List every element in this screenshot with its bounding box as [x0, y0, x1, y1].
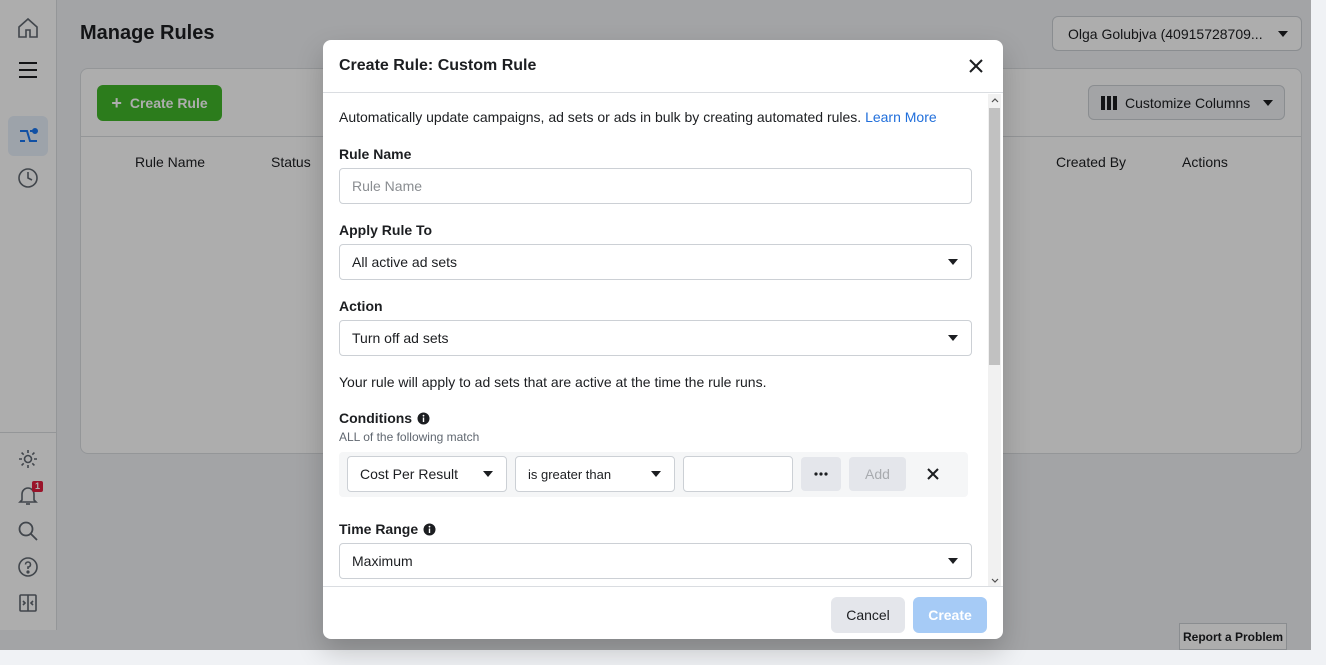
conditions-subtext: ALL of the following match	[339, 430, 480, 444]
time-range-header: Time Range	[339, 521, 436, 537]
caret-down-icon	[948, 259, 958, 265]
condition-operator-select[interactable]: is greater than	[515, 456, 675, 492]
action-label: Action	[339, 298, 383, 314]
dialog-header: Create Rule: Custom Rule	[323, 40, 1003, 93]
add-condition-button[interactable]: Add	[849, 457, 906, 491]
conditions-header: Conditions	[339, 410, 430, 426]
caret-down-icon	[651, 471, 661, 477]
scrollbar-thumb[interactable]	[989, 108, 1000, 365]
scroll-down-icon[interactable]	[988, 574, 1001, 586]
apply-rule-to-value: All active ad sets	[352, 254, 458, 270]
condition-metric-select[interactable]: Cost Per Result	[347, 456, 507, 492]
action-note: Your rule will apply to ad sets that are…	[339, 374, 767, 390]
intro-text: Automatically update campaigns, ad sets …	[339, 109, 937, 125]
more-options-button[interactable]	[801, 457, 841, 491]
action-select[interactable]: Turn off ad sets	[339, 320, 972, 356]
time-range-label: Time Range	[339, 521, 419, 537]
caret-down-icon	[483, 471, 493, 477]
caret-down-icon	[948, 335, 958, 341]
create-rule-dialog: Create Rule: Custom Rule Automatically u…	[323, 40, 1003, 639]
rule-name-label: Rule Name	[339, 146, 412, 162]
scroll-up-icon[interactable]	[988, 94, 1001, 106]
ellipsis-icon	[814, 472, 828, 476]
dialog-scrollbar[interactable]	[988, 94, 1001, 586]
condition-value-input[interactable]	[683, 456, 793, 492]
conditions-label: Conditions	[339, 410, 413, 426]
close-icon[interactable]	[965, 55, 987, 77]
time-range-value: Maximum	[352, 553, 413, 569]
info-icon[interactable]	[417, 412, 430, 425]
dialog-title: Create Rule: Custom Rule	[339, 57, 537, 74]
dialog-body: Automatically update campaigns, ad sets …	[323, 94, 988, 586]
dialog-footer: Cancel Create	[323, 586, 1003, 639]
cancel-button[interactable]: Cancel	[831, 597, 905, 633]
apply-rule-to-label: Apply Rule To	[339, 222, 433, 238]
time-range-select[interactable]: Maximum	[339, 543, 972, 579]
remove-condition-icon[interactable]	[923, 464, 943, 484]
caret-down-icon	[948, 558, 958, 564]
apply-rule-to-select[interactable]: All active ad sets	[339, 244, 972, 280]
condition-row: Cost Per Result is greater than Add	[339, 452, 968, 497]
condition-metric-value: Cost Per Result	[360, 466, 459, 482]
rule-name-field[interactable]	[339, 168, 972, 204]
create-button[interactable]: Create	[913, 597, 987, 633]
info-icon[interactable]	[423, 523, 436, 536]
action-value: Turn off ad sets	[352, 330, 449, 346]
condition-operator-value: is greater than	[528, 466, 612, 482]
intro-description: Automatically update campaigns, ad sets …	[339, 109, 862, 125]
learn-more-link[interactable]: Learn More	[865, 109, 937, 125]
rule-name-input[interactable]	[352, 178, 959, 194]
